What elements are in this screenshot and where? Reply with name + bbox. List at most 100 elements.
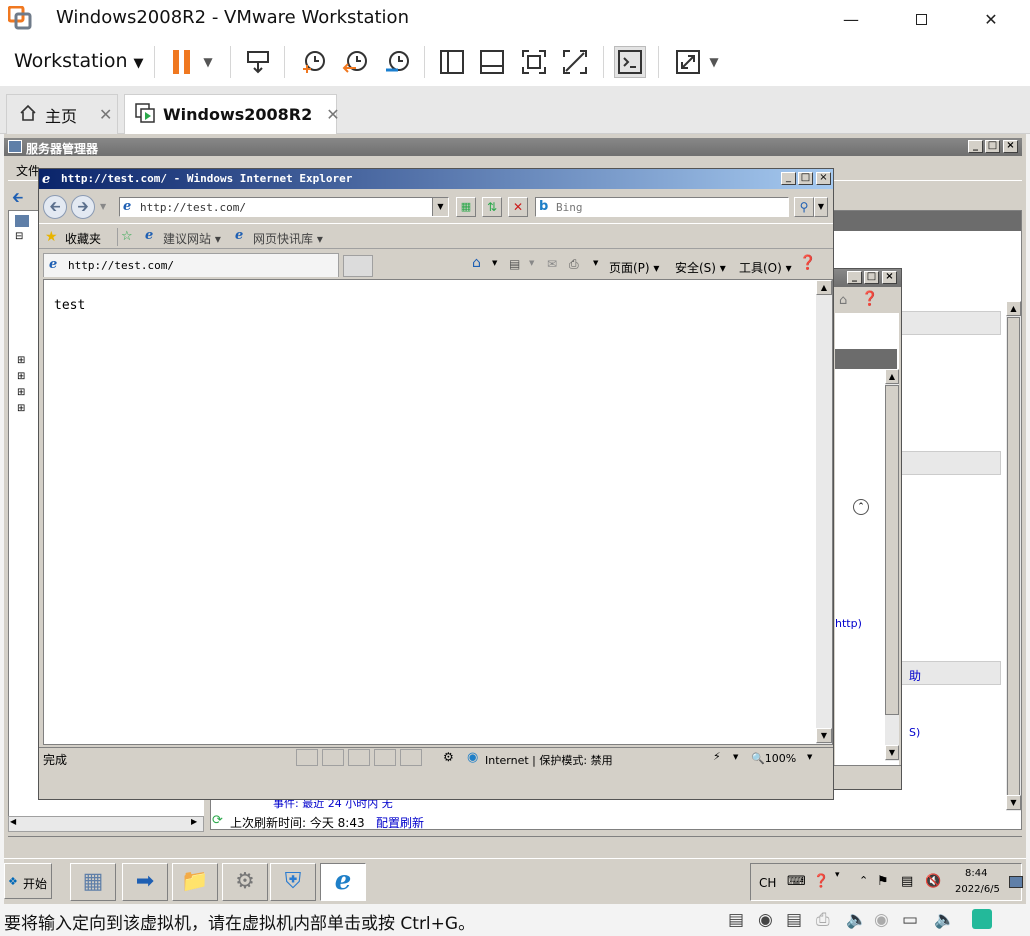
stretch-dropdown-icon[interactable]: ▼	[702, 46, 726, 78]
message-log-icon[interactable]	[972, 909, 992, 929]
clock-date[interactable]: 2022/6/5	[955, 884, 1000, 895]
feeds-icon[interactable]: ▤	[509, 257, 520, 271]
clock-time[interactable]: 8:44	[965, 868, 987, 879]
tree-expander[interactable]: ⊞	[17, 371, 25, 382]
tree-hscroll[interactable]: ◀ ▶	[8, 816, 204, 832]
content-vscroll[interactable]: ▲ ▼	[1006, 301, 1021, 811]
network-adapter-icon[interactable]: ▤	[786, 910, 802, 930]
thumbnail-bar-icon[interactable]	[476, 46, 508, 78]
scroll-down-icon[interactable]: ▼	[816, 728, 832, 743]
close-button[interactable]: ×	[882, 271, 897, 284]
close-button[interactable]: ×	[816, 172, 831, 185]
scroll-thumb[interactable]	[885, 385, 899, 715]
menu-file[interactable]: 文件	[16, 162, 40, 179]
ie-vscroll[interactable]: ▲ ▼	[816, 280, 832, 744]
new-tab-button[interactable]	[343, 255, 373, 277]
popup-blocker-icon[interactable]: ⚙	[443, 750, 454, 764]
tree-expander[interactable]: ⊞	[17, 387, 25, 398]
close-button[interactable]: ×	[1003, 140, 1018, 153]
page-menu[interactable]: 页面(P) ▾	[609, 259, 659, 276]
scroll-thumb[interactable]	[1007, 317, 1020, 797]
zoom-dropdown-icon[interactable]: ▼	[807, 753, 812, 761]
server-manager-taskbar-icon[interactable]: ▦	[70, 863, 116, 901]
compat-view-icon[interactable]: ▦	[456, 197, 476, 217]
full-screen-icon[interactable]	[518, 46, 550, 78]
search-box[interactable]: b Bing	[535, 197, 789, 217]
snapshot-manager-icon[interactable]	[381, 46, 413, 78]
search-options-dropdown-icon[interactable]: ▼	[814, 197, 828, 217]
scroll-down-icon[interactable]: ▼	[885, 745, 899, 760]
safety-menu[interactable]: 安全(S) ▾	[675, 259, 726, 276]
show-desktop-icon[interactable]	[1009, 876, 1023, 888]
network-icon[interactable]: ▤	[901, 874, 913, 889]
help-link[interactable]: 助	[909, 667, 921, 684]
back-button[interactable]: 🡰	[43, 195, 67, 219]
snapshot-take-icon[interactable]	[297, 46, 329, 78]
web-slice-gallery-link[interactable]: 网页快讯库 ▾	[253, 230, 323, 247]
home-icon[interactable]: ⌂	[839, 293, 847, 308]
history-dropdown-icon[interactable]: ▼	[100, 202, 106, 211]
collapse-icon[interactable]: ⌃	[853, 499, 869, 515]
suggested-sites-link[interactable]: 建议网站 ▾	[163, 230, 221, 247]
sidebar-toggle-icon[interactable]	[436, 46, 468, 78]
shield-icon[interactable]: ⛨	[270, 863, 316, 901]
scroll-up-icon[interactable]: ▲	[885, 369, 899, 384]
scroll-up-icon[interactable]: ▲	[1006, 301, 1021, 316]
refresh-icon[interactable]: ⇅	[482, 197, 502, 217]
keyboard-icon[interactable]: ⌨	[787, 874, 806, 889]
zone-dropdown-icon[interactable]: ▼	[733, 753, 738, 761]
help-icon[interactable]: ❓	[861, 291, 878, 307]
tab-home[interactable]: 主页 ✕	[6, 94, 118, 134]
hard-disk-icon[interactable]: ▤	[728, 910, 744, 930]
print-icon[interactable]: ⎙	[569, 257, 579, 272]
scroll-left-icon[interactable]: ◀	[10, 817, 16, 826]
scroll-right-icon[interactable]: ▶	[191, 817, 197, 826]
help-icon[interactable]: ❓	[813, 874, 829, 889]
start-button[interactable]: ❖ 开始	[4, 863, 52, 899]
print-dropdown-icon[interactable]: ▼	[593, 259, 598, 267]
stretch-icon[interactable]	[672, 46, 704, 78]
search-icon[interactable]: ⚲	[794, 197, 814, 217]
favorites-button[interactable]: 收藏夹	[65, 230, 101, 247]
secondary-vscroll[interactable]: ▲ ▼	[885, 369, 899, 761]
camera-icon[interactable]: ◉	[874, 910, 889, 930]
console-view-icon[interactable]	[614, 46, 646, 78]
ie-tab-active[interactable]: e http://test.com/	[43, 253, 339, 277]
ie-taskbar-icon[interactable]: e	[320, 863, 366, 901]
explorer-icon[interactable]: 📁	[172, 863, 218, 901]
unity-icon[interactable]	[559, 46, 591, 78]
show-hidden-icon[interactable]: ⌃	[859, 874, 868, 887]
task-link[interactable]: S)	[909, 726, 920, 739]
workstation-menu[interactable]: Workstation ▼	[14, 50, 144, 72]
close-button[interactable]: ✕	[968, 0, 1014, 38]
address-text[interactable]: http://test.com/	[140, 201, 246, 214]
pause-button[interactable]	[166, 46, 198, 78]
tree-expander[interactable]: ⊞	[17, 355, 25, 366]
guest-screen[interactable]: 服务器管理器 _ □ × 文件 🡰 ⊟ ⊞ ⊞ ⊞ ⊞ ◀ ▶ 助 S) 事件:…	[4, 134, 1026, 904]
tree-expander[interactable]: ⊞	[17, 403, 25, 414]
forward-button[interactable]: 🡲	[71, 195, 95, 219]
protected-mode-icon[interactable]: ⚡	[713, 750, 721, 763]
sound-icon[interactable]: 🔈	[846, 910, 867, 930]
close-icon[interactable]: ✕	[99, 105, 112, 124]
mail-icon[interactable]: ✉	[547, 257, 557, 271]
address-bar[interactable]: e http://test.com/ ▼	[119, 197, 449, 217]
printer-icon[interactable]: ⎙	[816, 910, 830, 930]
language-indicator[interactable]: CH	[759, 876, 776, 890]
maximize-button[interactable]: □	[798, 172, 813, 185]
volume-muted-icon[interactable]: 🔇	[925, 874, 941, 889]
tray-options-icon[interactable]: ▾	[835, 870, 840, 880]
usb-icon[interactable]: ▭	[902, 910, 918, 930]
tab-windows2008r2[interactable]: Windows2008R2 ✕	[124, 94, 340, 134]
back-arrow-icon[interactable]: 🡰	[12, 187, 23, 211]
home-icon[interactable]: ⌂	[472, 255, 481, 271]
close-icon[interactable]: ✕	[326, 105, 339, 124]
minimize-button[interactable]: _	[781, 172, 796, 185]
feeds-dropdown-icon[interactable]: ▼	[529, 259, 534, 267]
help-icon[interactable]: ❓	[799, 255, 816, 271]
maximize-button[interactable]: □	[864, 271, 879, 284]
tools-menu[interactable]: 工具(O) ▾	[739, 259, 792, 276]
stop-icon[interactable]: ✕	[508, 197, 528, 217]
admin-tools-icon[interactable]: ⚙	[222, 863, 268, 901]
powershell-icon[interactable]: ➡	[122, 863, 168, 901]
